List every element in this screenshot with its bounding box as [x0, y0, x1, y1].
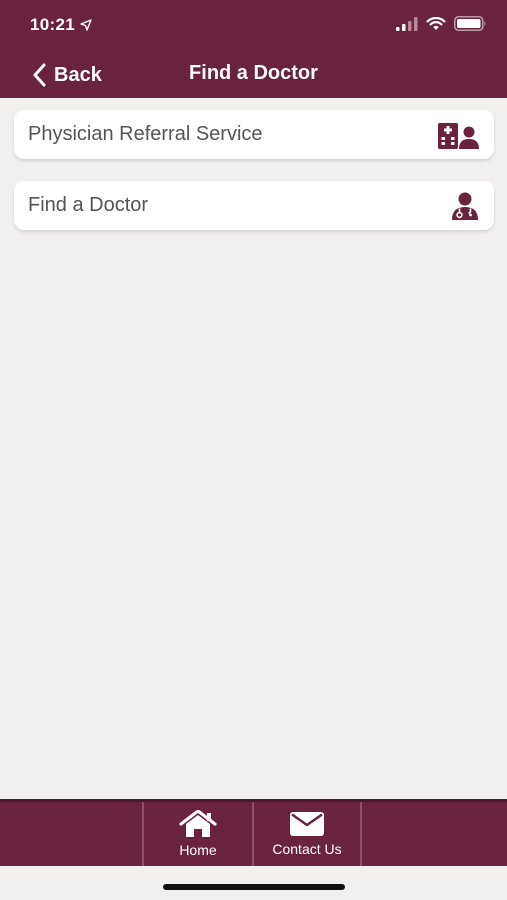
status-bar: 10:21: [0, 0, 507, 50]
status-time: 10:21: [30, 15, 92, 35]
status-time-text: 10:21: [30, 15, 75, 34]
hospital-user-icon: [438, 120, 480, 150]
home-indicator[interactable]: [163, 884, 345, 890]
list-item-label: Physician Referral Service: [28, 123, 263, 145]
tab-contact-us[interactable]: Contact Us: [252, 802, 362, 866]
list-item-label: Find a Doctor: [28, 194, 149, 216]
wifi-icon: [426, 16, 446, 30]
home-indicator-area: [0, 866, 507, 900]
list-item-physician-referral-service[interactable]: Physician Referral Service: [14, 110, 494, 159]
status-indicators: [396, 16, 487, 31]
tab-home-label: Home: [179, 842, 217, 858]
tab-home[interactable]: Home: [142, 802, 252, 866]
app-header: 10:21 Back Find a Doctor: [0, 0, 507, 98]
list-item-find-a-doctor[interactable]: Find a Doctor: [14, 181, 494, 230]
bottom-tab-bar: Home Contact Us: [0, 799, 507, 866]
envelope-icon: [290, 812, 324, 836]
home-icon: [179, 810, 217, 837]
tab-contact-us-label: Contact Us: [272, 841, 342, 857]
location-arrow-icon: [80, 19, 92, 31]
page-title: Find a Doctor: [189, 62, 318, 84]
nav-bar: Back Find a Doctor: [0, 50, 507, 98]
battery-icon: [454, 16, 486, 31]
cellular-signal-icon: [396, 16, 418, 31]
doctor-icon: [438, 191, 480, 221]
